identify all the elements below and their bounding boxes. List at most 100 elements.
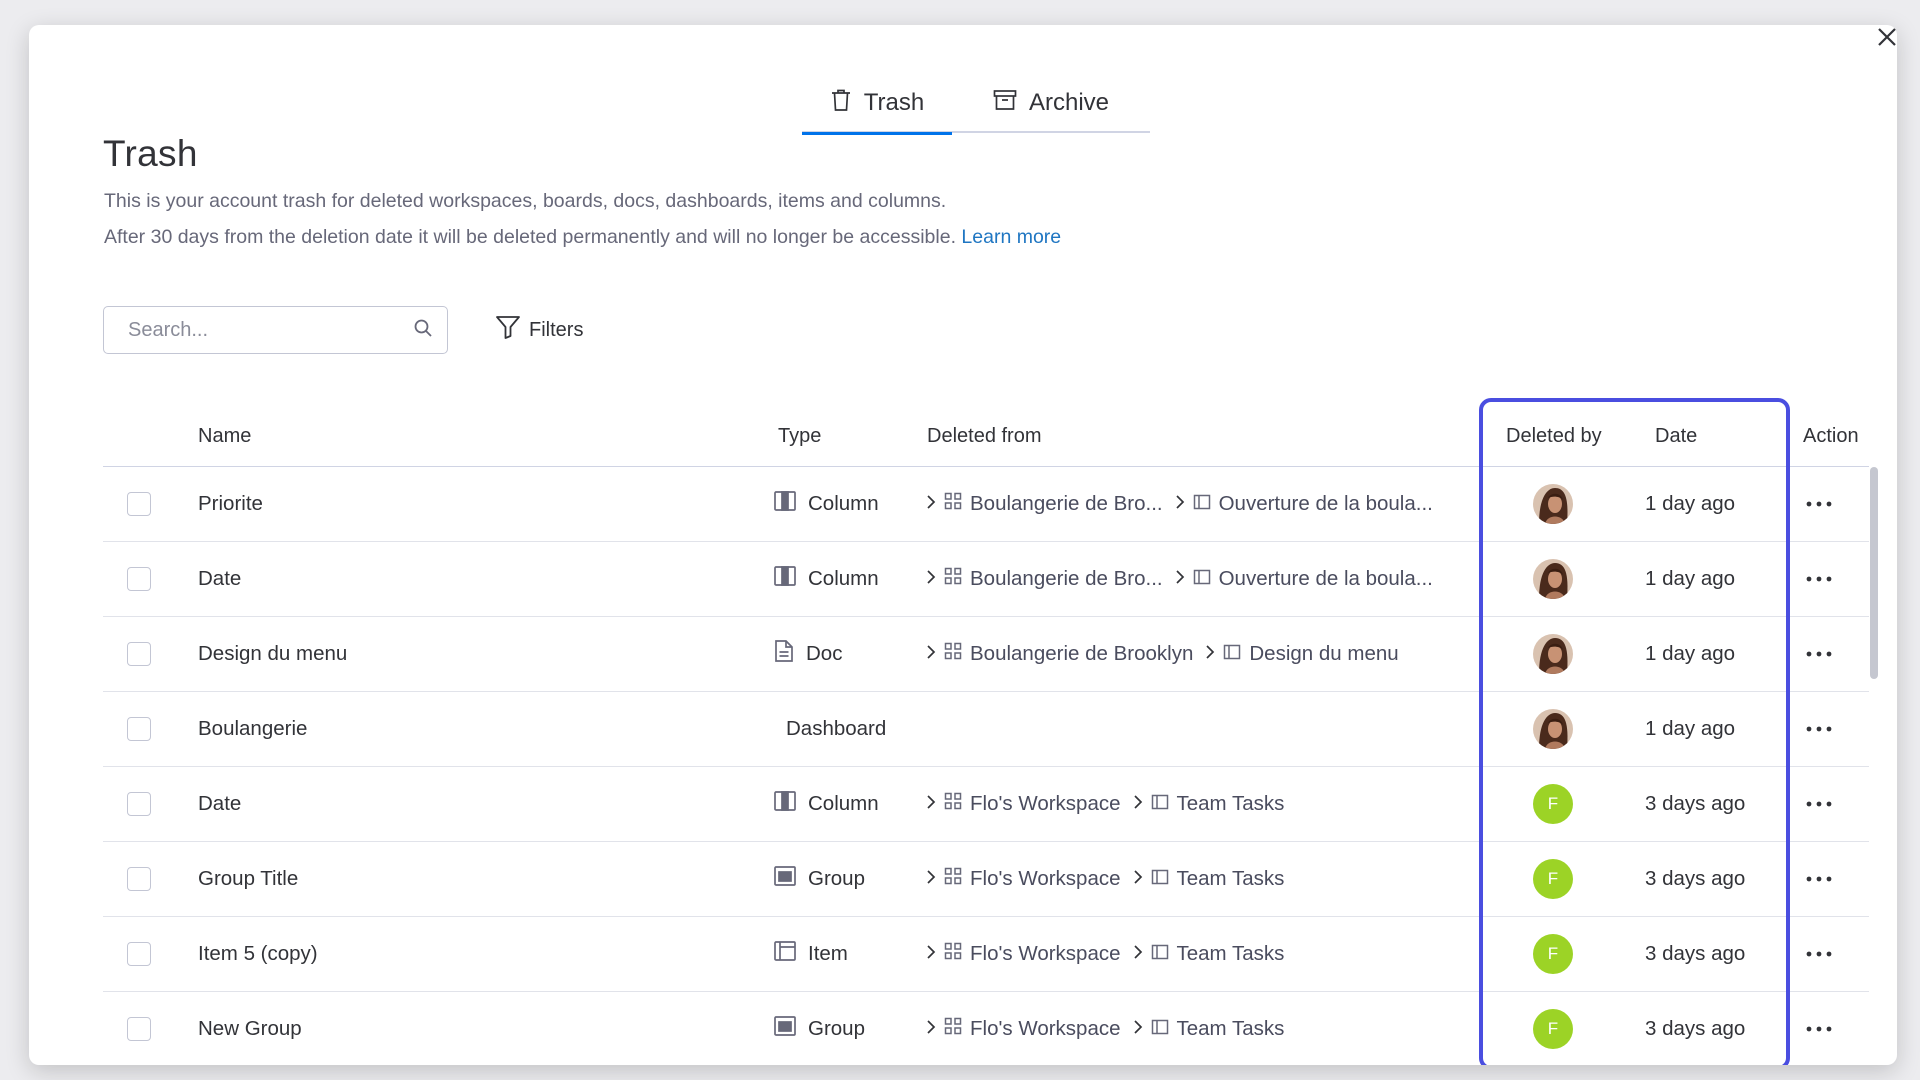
board-name: Ouverture de la boula... [1218, 492, 1433, 515]
breadcrumb-board[interactable]: Ouverture de la boula... [1175, 492, 1433, 516]
breadcrumb-workspace[interactable]: Boulangerie de Bro... [926, 492, 1163, 516]
more-actions-icon[interactable] [1799, 709, 1839, 749]
avatar[interactable] [1533, 634, 1573, 674]
tabs: Trash Archive [802, 73, 1150, 135]
row-checkbox-cell [127, 542, 151, 616]
close-button[interactable] [1872, 24, 1902, 54]
item-icon [774, 941, 796, 967]
column-header-deleted-by[interactable]: Deleted by [1506, 405, 1602, 467]
row-checkbox[interactable] [127, 717, 151, 741]
more-actions-icon[interactable] [1799, 934, 1839, 974]
chevron-right-icon [926, 492, 936, 516]
breadcrumb-workspace[interactable]: Boulangerie de Bro... [926, 567, 1163, 591]
column-header-date[interactable]: Date [1655, 405, 1697, 467]
row-checkbox[interactable] [127, 942, 151, 966]
group-icon [774, 866, 796, 892]
avatar[interactable]: F [1533, 934, 1573, 974]
deleted-from-path: Flo's Workspace Team Tasks [926, 842, 1284, 916]
item-name: Date [198, 567, 242, 590]
chevron-right-icon [926, 1017, 936, 1041]
avatar[interactable] [1533, 484, 1573, 524]
workspace-name: Flo's Workspace [970, 792, 1121, 815]
workspace-name: Boulangerie de Bro... [970, 492, 1163, 515]
type-cell: Group [774, 992, 865, 1065]
type-cell: Dashboard [786, 692, 886, 766]
board-icon [1151, 792, 1169, 816]
row-checkbox[interactable] [127, 867, 151, 891]
trash-modal: Trash Archive Trash This is your account… [29, 25, 1897, 1065]
breadcrumb-board[interactable]: Team Tasks [1133, 942, 1285, 966]
breadcrumb-board[interactable]: Design du menu [1205, 642, 1399, 666]
column-header-type[interactable]: Type [778, 405, 821, 467]
avatar[interactable] [1533, 709, 1573, 749]
avatar[interactable]: F [1533, 859, 1573, 899]
more-actions-icon[interactable] [1799, 859, 1839, 899]
breadcrumb-workspace[interactable]: Flo's Workspace [926, 1017, 1121, 1041]
tab-archive[interactable]: Archive [952, 73, 1150, 133]
workspace-icon [944, 642, 962, 666]
row-checkbox-cell [127, 917, 151, 991]
row-checkbox[interactable] [127, 1017, 151, 1041]
scrollbar[interactable] [1870, 467, 1878, 679]
table-row[interactable]: New Group Group Flo's Workspace Team Tas… [103, 992, 1869, 1065]
table-row[interactable]: Design du menu Doc Boulangerie de Brookl… [103, 617, 1869, 692]
deleted-from-path: Flo's Workspace Team Tasks [926, 992, 1284, 1065]
search-icon[interactable] [413, 318, 433, 343]
workspace-icon [944, 867, 962, 891]
deleted-from-path: Boulangerie de Bro... Ouverture de la bo… [926, 542, 1433, 616]
breadcrumb-workspace[interactable]: Flo's Workspace [926, 792, 1121, 816]
chevron-right-icon [1133, 867, 1143, 891]
avatar[interactable]: F [1533, 1009, 1573, 1049]
filters-label: Filters [529, 318, 584, 341]
filters-button[interactable]: Filters [495, 311, 583, 349]
breadcrumb-board[interactable]: Ouverture de la boula... [1175, 567, 1433, 591]
breadcrumb-workspace[interactable]: Flo's Workspace [926, 942, 1121, 966]
search-box[interactable] [103, 306, 448, 354]
date-cell: 1 day ago [1645, 717, 1736, 740]
breadcrumb-workspace[interactable]: Flo's Workspace [926, 867, 1121, 891]
workspace-name: Flo's Workspace [970, 942, 1121, 965]
table-body: Priorite Column Boulangerie de Bro... Ou… [103, 467, 1869, 1065]
deleted-from-path: Flo's Workspace Team Tasks [926, 767, 1284, 841]
row-checkbox[interactable] [127, 567, 151, 591]
date-cell: 3 days ago [1645, 1017, 1746, 1040]
row-checkbox[interactable] [127, 492, 151, 516]
chevron-right-icon [1133, 1017, 1143, 1041]
row-checkbox[interactable] [127, 642, 151, 666]
deleted-from-path: Boulangerie de Brooklyn Design du menu [926, 617, 1399, 691]
breadcrumb-board[interactable]: Team Tasks [1133, 1017, 1285, 1041]
workspace-name: Flo's Workspace [970, 1017, 1121, 1040]
date-cell: 3 days ago [1645, 792, 1746, 815]
search-input[interactable] [128, 318, 413, 342]
row-checkbox[interactable] [127, 792, 151, 816]
board-name: Team Tasks [1176, 1017, 1285, 1040]
column-header-deleted-from[interactable]: Deleted from [927, 405, 1042, 467]
board-icon [1193, 492, 1211, 516]
learn-more-link[interactable]: Learn more [961, 226, 1061, 248]
table-row[interactable]: Item 5 (copy) Item Flo's Workspace Team … [103, 917, 1869, 992]
more-actions-icon[interactable] [1799, 1009, 1839, 1049]
table-row[interactable]: Boulangerie Dashboard 1 day ago [103, 692, 1869, 767]
date-cell: 1 day ago [1645, 642, 1736, 665]
table-row[interactable]: Group Title Group Flo's Workspace Team T… [103, 842, 1869, 917]
table-row[interactable]: Date Column Flo's Workspace Team Tasks F… [103, 767, 1869, 842]
more-actions-icon[interactable] [1799, 784, 1839, 824]
breadcrumb-workspace[interactable]: Boulangerie de Brooklyn [926, 642, 1193, 666]
column-header-name[interactable]: Name [198, 405, 251, 467]
item-name: Priorite [198, 492, 263, 515]
row-checkbox-cell [127, 467, 151, 541]
table-row[interactable]: Priorite Column Boulangerie de Bro... Ou… [103, 467, 1869, 542]
more-actions-icon[interactable] [1799, 484, 1839, 524]
chevron-right-icon [1175, 492, 1185, 516]
more-actions-icon[interactable] [1799, 559, 1839, 599]
breadcrumb-board[interactable]: Team Tasks [1133, 792, 1284, 816]
avatar[interactable] [1533, 559, 1573, 599]
column-icon [774, 791, 796, 817]
table-row[interactable]: Date Column Boulangerie de Bro... Ouvert… [103, 542, 1869, 617]
avatar[interactable]: F [1533, 784, 1573, 824]
tab-trash[interactable]: Trash [802, 73, 952, 135]
description-line-2: After 30 days from the deletion date it … [104, 226, 1062, 248]
more-actions-icon[interactable] [1799, 634, 1839, 674]
breadcrumb-board[interactable]: Team Tasks [1133, 867, 1284, 891]
board-name: Team Tasks [1176, 942, 1285, 965]
